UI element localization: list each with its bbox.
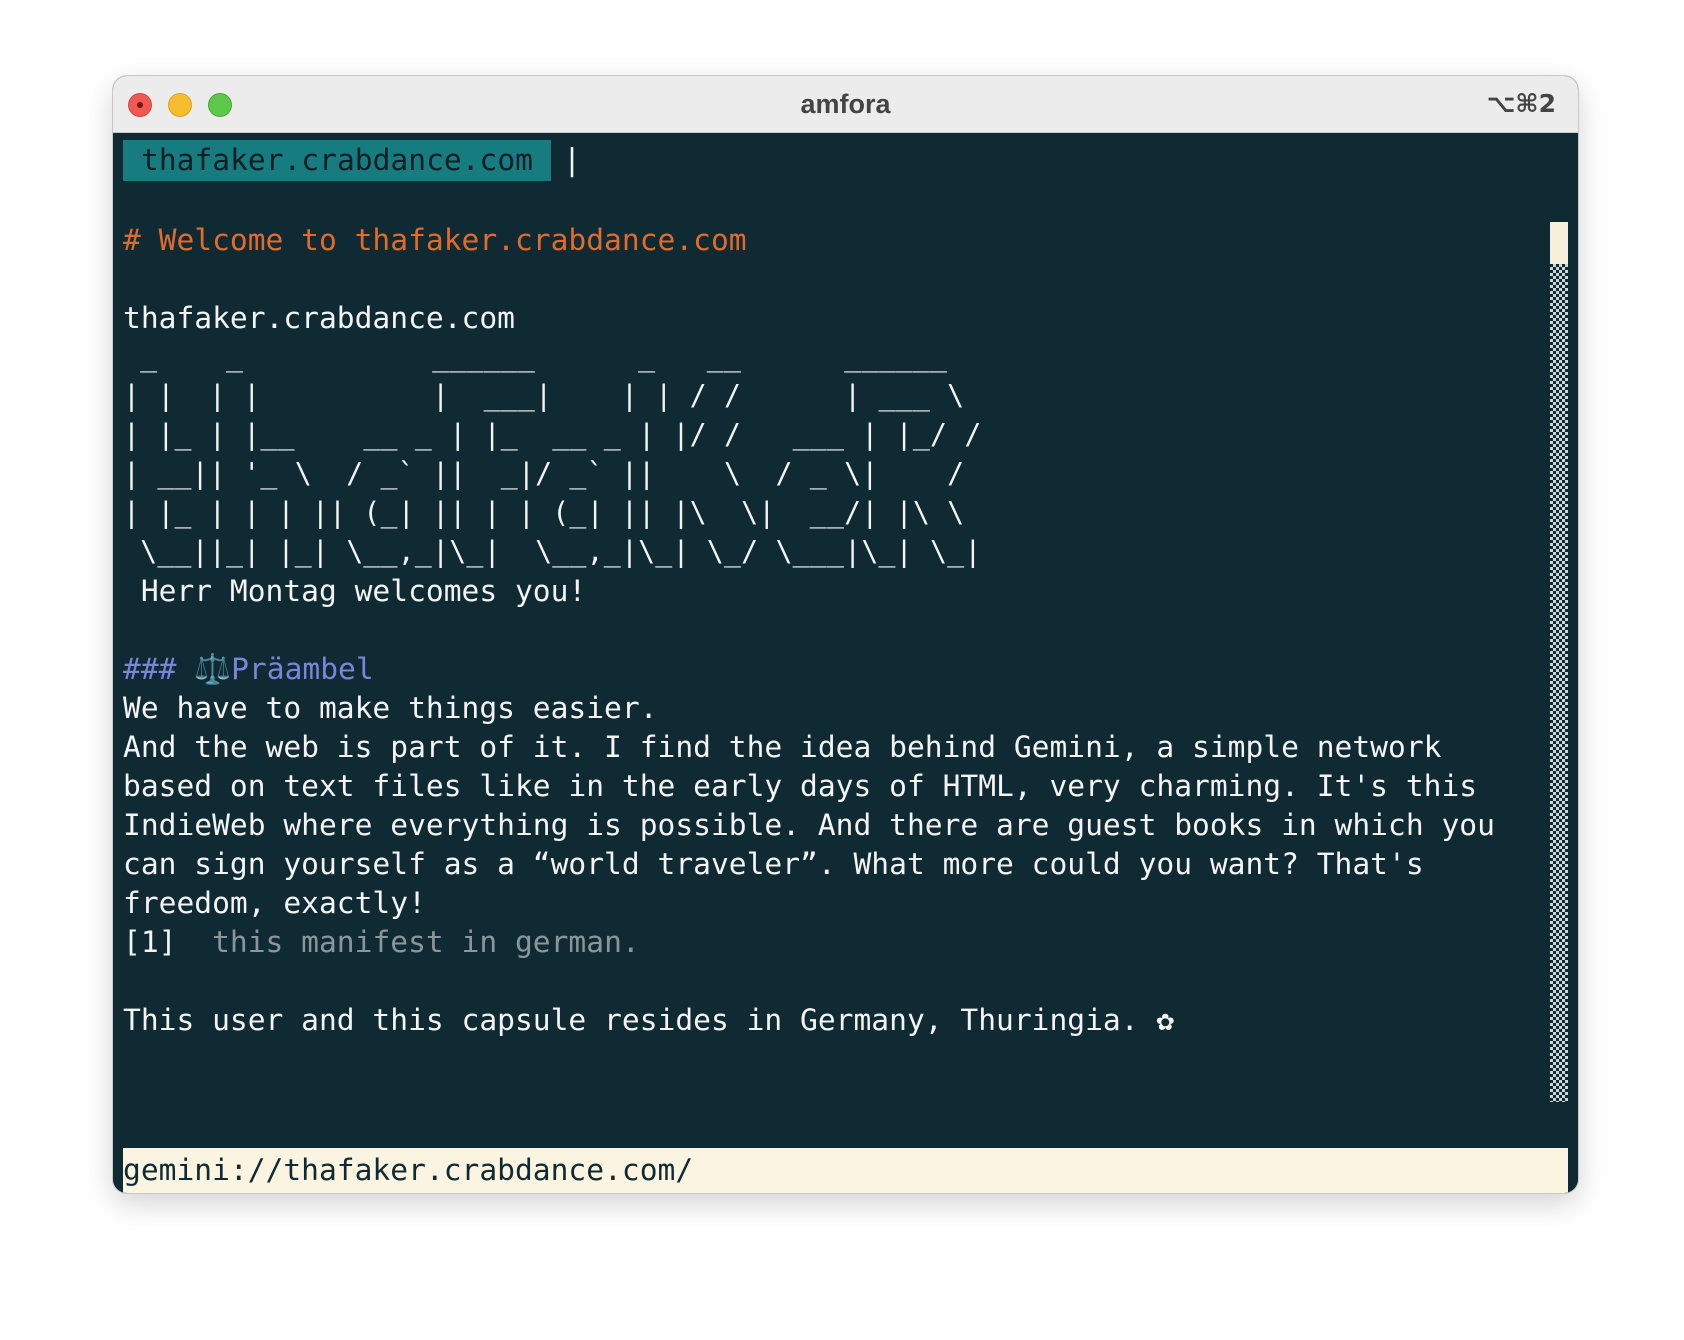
greeting-line: Herr Montag welcomes you!	[123, 574, 587, 608]
ascii-art-line: | |_ | |__ __ _ | |_ __ _ | |/ / ___ | |…	[123, 418, 982, 451]
section-heading: ### ⚖️Präambel	[123, 652, 374, 686]
link-text[interactable]: this manifest in german.	[212, 925, 640, 959]
scrollbar-thumb[interactable]	[1550, 222, 1568, 264]
terminal-content: thafaker.crabdance.com | # Welcome to th…	[113, 133, 1578, 1193]
ascii-art-line: | | | | | ___| | | / / | ___ \	[123, 379, 965, 412]
tab-separator: |	[563, 143, 582, 178]
tab-current[interactable]: thafaker.crabdance.com	[123, 140, 551, 181]
ascii-art-line: | |_ | | | || (_| || | | (_| || |\ \| __…	[123, 496, 965, 529]
paragraph-line: And the web is part of it. I find the id…	[123, 730, 1442, 764]
link-number: [1]	[123, 925, 177, 959]
ascii-art-line: \__||_| |_| \__,_|\_| \__,_|\_| \_/ \___…	[123, 535, 982, 568]
link-line[interactable]: [1] this manifest in german.	[123, 921, 640, 963]
scrollbar-track[interactable]	[1550, 222, 1568, 1102]
page-heading: # Welcome to thafaker.crabdance.com	[123, 223, 747, 257]
url-status-bar[interactable]: gemini://thafaker.crabdance.com/	[123, 1148, 1568, 1193]
paragraph-line: freedom, exactly!	[123, 886, 426, 920]
ascii-art-line: | __|| '_ \ / _` || _|/ _` || \ / _ \| /	[123, 457, 965, 490]
paragraph-line: based on text files like in the early da…	[123, 769, 1478, 803]
ascii-art-line: _ _ ______ _ __ ______	[123, 340, 948, 373]
footer-line: This user and this capsule resides in Ge…	[123, 1003, 1175, 1037]
paragraph-line: IndieWeb where everything is possible. A…	[123, 808, 1495, 842]
host-line: thafaker.crabdance.com	[123, 301, 515, 335]
paragraph-line: can sign yourself as a “world traveler”.…	[123, 847, 1424, 881]
terminal-window: amfora ⌥⌘2 thafaker.crabdance.com | # We…	[113, 76, 1578, 1193]
window-shortcut: ⌥⌘2	[1486, 89, 1556, 118]
paragraph-line: We have to make things easier.	[123, 691, 658, 725]
window-title: amfora	[800, 89, 891, 119]
title-bar: amfora ⌥⌘2	[113, 76, 1578, 133]
